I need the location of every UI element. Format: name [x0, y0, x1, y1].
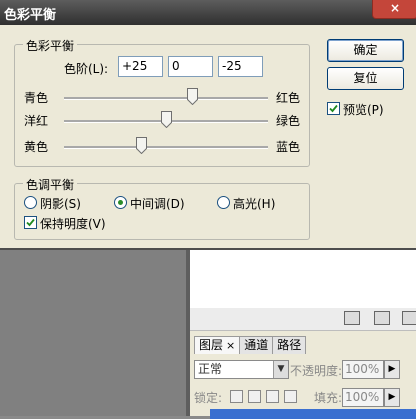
checkbox-label: 预览(P): [343, 103, 384, 117]
checkbox-box: [24, 216, 37, 229]
close-icon[interactable]: ×: [226, 339, 235, 352]
layers-lock-row: 锁定: 填充: 100% ▶: [194, 386, 416, 407]
ok-button[interactable]: 确定: [327, 39, 404, 62]
reset-button[interactable]: 复位: [327, 67, 404, 90]
document-canvas[interactable]: [0, 250, 187, 416]
lock-all-icon[interactable]: [284, 390, 297, 403]
tab-channels[interactable]: 通道: [239, 336, 274, 354]
tab-layers[interactable]: 图层 ×: [194, 336, 241, 354]
close-button[interactable]: ×: [372, 0, 416, 19]
titlebar: 色彩平衡 ×: [0, 0, 416, 25]
lock-label: 锁定:: [194, 391, 223, 405]
panel-toolbar: [190, 308, 416, 331]
close-icon: ×: [389, 1, 401, 15]
fill-label: 填充:: [314, 391, 343, 405]
radio-dot: [114, 196, 127, 209]
slider-track[interactable]: [64, 146, 268, 149]
fill-input[interactable]: 100%: [342, 388, 384, 407]
adjustments-panel-body: [190, 250, 416, 308]
trash-icon[interactable]: [402, 311, 416, 325]
slider-left-label: 黄色: [24, 140, 49, 154]
level-input-magenta-green[interactable]: 0: [168, 56, 213, 77]
tab-paths[interactable]: 路径: [272, 336, 307, 354]
lock-transparent-icon[interactable]: [230, 390, 243, 403]
layers-panel-tabs: 图层 × 通道 路径: [194, 336, 307, 354]
checkbox-box: [327, 102, 340, 115]
slider-right-label: 绿色: [276, 114, 301, 128]
levels-label: 色阶(L):: [64, 62, 109, 76]
slider-track[interactable]: [64, 97, 268, 100]
slider-thumb[interactable]: [161, 111, 172, 128]
fill-arrow-icon[interactable]: ▶: [384, 388, 400, 407]
radio-dot: [217, 196, 230, 209]
dialog-title: 色彩平衡: [4, 8, 57, 23]
slider-right-label: 红色: [276, 91, 301, 105]
color-balance-dialog: 色彩平衡 × 色彩平衡 色阶(L): +25 0 -25 青色 红色洋红 绿色黄色 蓝…: [0, 0, 416, 250]
opacity-label: 不透明度:: [290, 364, 343, 378]
slider-left-label: 洋红: [24, 114, 49, 128]
slider-left-label: 青色: [24, 91, 49, 105]
slider-thumb[interactable]: [135, 137, 147, 154]
radio-label: 高光(H): [233, 197, 276, 211]
slider-thumb[interactable]: [186, 88, 198, 105]
check-icon: [26, 218, 35, 227]
radio-label: 阴影(S): [40, 197, 81, 211]
new-snapshot-icon[interactable]: [344, 311, 360, 325]
group-legend: 色彩平衡: [23, 37, 78, 54]
camera-icon[interactable]: [374, 311, 390, 325]
blend-mode-select[interactable]: 正常 ▼: [194, 360, 289, 379]
lock-move-icon[interactable]: [266, 390, 279, 403]
group-legend: 色调平衡: [23, 176, 78, 193]
level-input-yellow-blue[interactable]: -25: [218, 56, 263, 77]
radio-label: 中间调(D): [130, 197, 185, 211]
check-icon: [329, 104, 338, 113]
opacity-input[interactable]: 100%: [342, 360, 384, 379]
lock-brush-icon[interactable]: [248, 390, 261, 403]
radio-dot: [24, 196, 37, 209]
checkbox-label: 保持明度(V): [40, 217, 106, 231]
chevron-down-icon: ▼: [273, 361, 288, 378]
layers-panel: 图层 × 通道 路径 正常 ▼ 不透明度: 100% ▶ 锁定: 填充: 100% ▶: [190, 331, 416, 419]
layer-row[interactable]: [210, 409, 416, 419]
slider-right-label: 蓝色: [276, 140, 301, 154]
level-input-cyan-red[interactable]: +25: [118, 56, 163, 77]
opacity-arrow-icon[interactable]: ▶: [384, 360, 400, 379]
